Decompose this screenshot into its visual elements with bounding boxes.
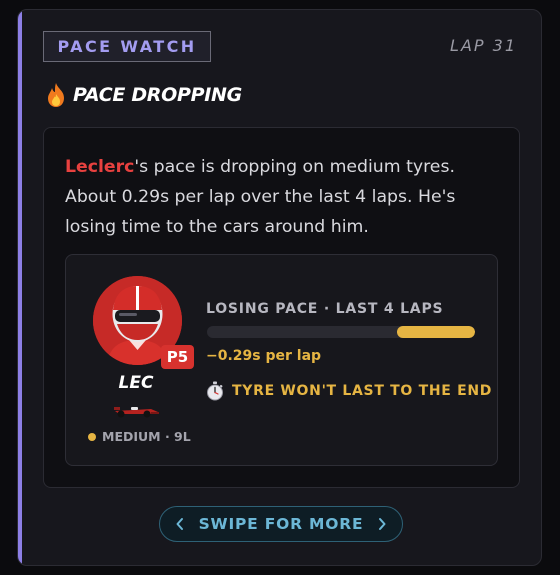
metric-label: LOSING PACE · LAST 4 LAPS: [206, 301, 444, 317]
pace-loss-bar: [207, 326, 475, 338]
f1-car-icon: [114, 407, 159, 418]
card-accent-bar: [18, 10, 22, 565]
chevron-left-icon: [176, 518, 183, 530]
alert-title: PACE DROPPING: [73, 84, 242, 106]
swipe-for-more-button[interactable]: SWIPE FOR MORE: [159, 506, 403, 542]
swipe-label: SWIPE FOR MORE: [198, 515, 364, 533]
driver-stat-card: P5 LEC MEDIUM · 9L LOSING PACE · LAST 4 …: [65, 254, 498, 466]
lap-counter: LAP 31: [450, 36, 517, 55]
fire-icon: [48, 83, 64, 107]
pace-loss-bar-fill: [397, 326, 475, 338]
tyre-label: MEDIUM · 9L: [102, 429, 191, 444]
position-badge: P5: [161, 345, 194, 369]
alert-title-row: PACE DROPPING: [45, 82, 242, 108]
driver-code: LEC: [118, 373, 154, 393]
warning-text: TYRE WON'T LAST TO THE END: [232, 383, 493, 399]
tyre-compound-dot: [88, 432, 96, 441]
insight-description: Leclerc's pace is dropping on medium tyr…: [65, 152, 505, 242]
insight-panel: Leclerc's pace is dropping on medium tyr…: [43, 127, 520, 488]
pace-watch-card: PACE WATCH LAP 31 PACE DROPPING Leclerc'…: [17, 9, 542, 566]
tyre-warning: TYRE WON'T LAST TO THE END: [206, 381, 492, 401]
driver-name: Leclerc: [65, 157, 135, 177]
stopwatch-icon: [207, 381, 223, 401]
category-tag: PACE WATCH: [43, 31, 211, 62]
tyre-info: MEDIUM · 9L: [88, 429, 191, 444]
chevron-right-icon: [379, 518, 386, 530]
metric-value: −0.29s per lap: [206, 348, 322, 364]
card-header: PACE WATCH LAP 31: [43, 31, 517, 62]
